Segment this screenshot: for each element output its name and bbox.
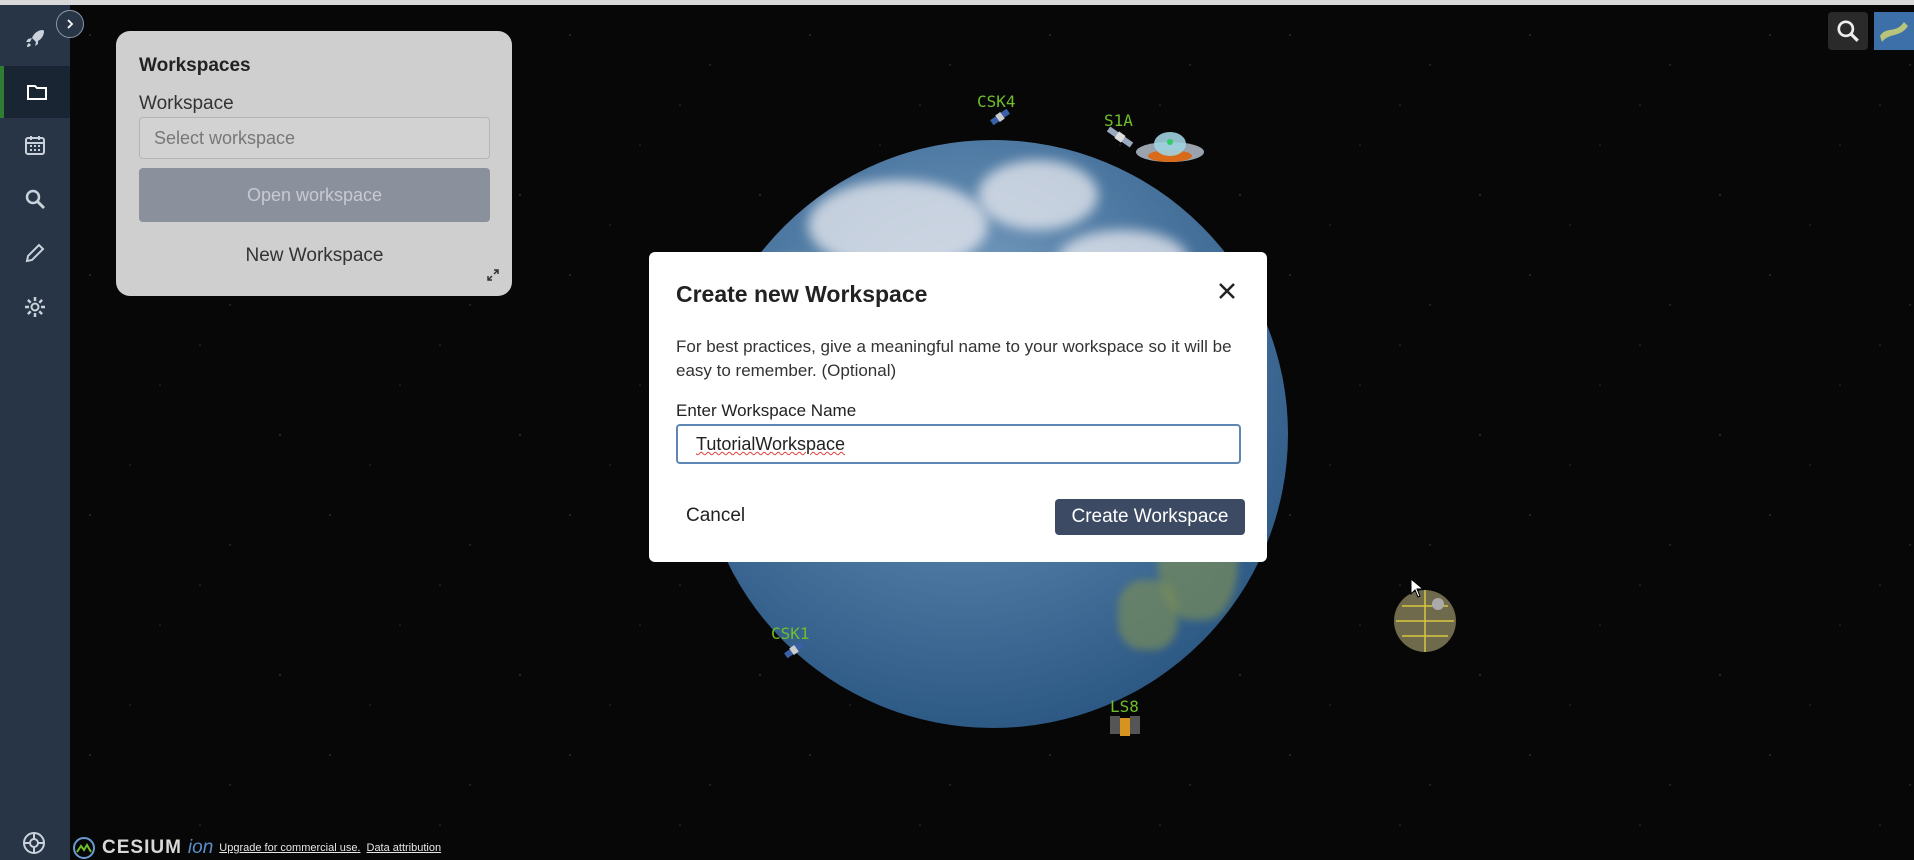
- search-icon: [1837, 20, 1859, 42]
- satellite-icon[interactable]: [986, 106, 1014, 130]
- cesium-ion-text: ion: [187, 837, 214, 858]
- upgrade-link[interactable]: Upgrade for commercial use.: [219, 842, 360, 854]
- dialog-description: For best practices, give a meaningful na…: [676, 337, 1232, 380]
- sidebar-item-settings[interactable]: [0, 281, 70, 333]
- help-wheel-icon[interactable]: [22, 831, 46, 855]
- workspaces-panel: Workspaces Workspace Select workspace Op…: [116, 31, 512, 296]
- sidebar-item-calendar[interactable]: [0, 119, 70, 171]
- folder-icon: [27, 85, 47, 100]
- base-layer-picker-button[interactable]: [1874, 12, 1914, 50]
- geocoder-search-button[interactable]: [1828, 12, 1868, 50]
- pencil-icon: [25, 243, 45, 263]
- cesium-credits: CESIUM ion Upgrade for commercial use. D…: [72, 836, 441, 860]
- create-workspace-dialog: Create new Workspace For best practices,…: [649, 252, 1267, 562]
- satellite-icon[interactable]: [780, 638, 808, 664]
- sidebar-toggle-button[interactable]: [56, 10, 84, 38]
- chevron-right-icon: [67, 19, 74, 29]
- workspace-select[interactable]: Select workspace: [139, 117, 490, 159]
- ufo-icon[interactable]: [1134, 126, 1206, 168]
- workspace-name-label: Enter Workspace Name: [676, 401, 857, 420]
- cancel-button[interactable]: Cancel: [686, 505, 745, 527]
- planet-object-icon[interactable]: [1392, 588, 1458, 654]
- create-workspace-button[interactable]: Create Workspace: [1055, 499, 1245, 535]
- new-workspace-button[interactable]: New Workspace: [139, 245, 490, 267]
- close-icon[interactable]: [1214, 278, 1240, 304]
- rocket-icon: [26, 30, 44, 47]
- workspace-label: Workspace: [139, 93, 234, 114]
- open-workspace-button[interactable]: Open workspace: [139, 168, 490, 222]
- satellite-icon[interactable]: [1108, 712, 1142, 742]
- gear-icon: [25, 297, 45, 317]
- satellite-icon[interactable]: [1104, 124, 1138, 154]
- expand-icon[interactable]: [486, 268, 500, 282]
- globe-layer-icon: [1874, 12, 1914, 50]
- cesium-logo-text: CESIUM: [102, 837, 182, 858]
- sidebar-item-search[interactable]: [0, 173, 70, 225]
- cesium-logo-icon: [73, 837, 95, 859]
- panel-title: Workspaces: [139, 55, 251, 76]
- mouse-cursor-icon: [1410, 578, 1424, 598]
- workspace-name-input[interactable]: TutorialWorkspace: [676, 424, 1241, 464]
- calendar-icon: [25, 136, 45, 155]
- search-icon: [25, 189, 46, 210]
- dialog-title: Create new Workspace: [676, 281, 928, 307]
- left-sidebar: [0, 5, 70, 860]
- sidebar-item-workspaces[interactable]: [0, 66, 70, 118]
- sidebar-item-edit[interactable]: [0, 227, 70, 279]
- data-attribution-link[interactable]: Data attribution: [367, 842, 442, 854]
- workspace-name-value: TutorialWorkspace: [696, 434, 846, 454]
